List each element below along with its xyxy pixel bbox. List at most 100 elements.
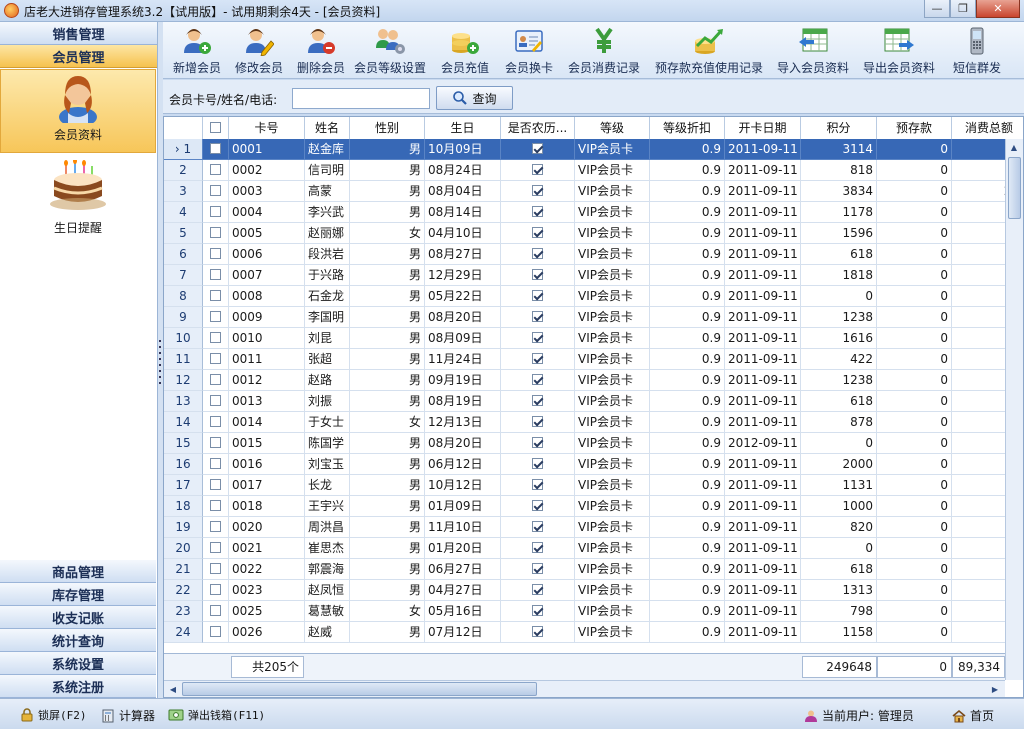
column-header-birthday[interactable]: 生日 [425, 117, 501, 139]
cell-level[interactable]: VIP会员卡 [575, 160, 650, 181]
cell-lunar[interactable] [501, 307, 575, 328]
cell-deposit[interactable]: 0 [877, 517, 952, 538]
cell-points[interactable]: 1238 [801, 307, 877, 328]
column-header-discount[interactable]: 等级折扣 [650, 117, 725, 139]
calculator-button[interactable]: 计算器 [101, 707, 155, 724]
cell-row-indicator[interactable]: 11 [164, 349, 203, 370]
cell-birthday[interactable]: 07月12日 [425, 622, 501, 643]
cell-card-no[interactable]: 0022 [229, 559, 305, 580]
cell-points[interactable]: 1616 [801, 328, 877, 349]
cell-lunar[interactable] [501, 244, 575, 265]
cell-card-no[interactable]: 0009 [229, 307, 305, 328]
lunar-checkbox[interactable] [532, 185, 543, 196]
row-select-checkbox[interactable] [210, 500, 221, 511]
cell-row-indicator[interactable]: 9 [164, 307, 203, 328]
cell-open-date[interactable]: 2011-09-11 [725, 622, 801, 643]
cell-card-no[interactable]: 0011 [229, 349, 305, 370]
cell-row-indicator[interactable]: 17 [164, 475, 203, 496]
cell-birthday[interactable]: 08月14日 [425, 202, 501, 223]
cell-lunar[interactable] [501, 580, 575, 601]
cell-birthday[interactable]: 10月09日 [425, 139, 501, 160]
cell-discount[interactable]: 0.9 [650, 454, 725, 475]
add-member-button[interactable]: 新增会员 [167, 25, 227, 77]
row-select-checkbox[interactable] [210, 458, 221, 469]
cell-select-all[interactable] [203, 223, 229, 244]
cell-total-spend[interactable] [952, 391, 1005, 412]
lunar-checkbox[interactable] [532, 269, 543, 280]
cell-open-date[interactable]: 2011-09-11 [725, 412, 801, 433]
cell-birthday[interactable]: 09月19日 [425, 370, 501, 391]
cell-total-spend[interactable] [952, 328, 1005, 349]
lunar-checkbox[interactable] [532, 332, 543, 343]
cell-card-no[interactable]: 0020 [229, 517, 305, 538]
column-header-gender[interactable]: 性别 [350, 117, 425, 139]
cell-level[interactable]: VIP会员卡 [575, 475, 650, 496]
cell-birthday[interactable]: 11月10日 [425, 517, 501, 538]
cell-gender[interactable]: 女 [350, 223, 425, 244]
lunar-checkbox[interactable] [532, 605, 543, 616]
cell-open-date[interactable]: 2011-09-11 [725, 328, 801, 349]
cell-total-spend[interactable] [952, 517, 1005, 538]
cell-card-no[interactable]: 0002 [229, 160, 305, 181]
cell-name[interactable]: 崔思杰 [305, 538, 350, 559]
cell-row-indicator[interactable]: 18 [164, 496, 203, 517]
cell-birthday[interactable]: 08月20日 [425, 433, 501, 454]
cell-lunar[interactable] [501, 265, 575, 286]
cell-open-date[interactable]: 2011-09-11 [725, 349, 801, 370]
cell-card-no[interactable]: 0010 [229, 328, 305, 349]
cell-card-no[interactable]: 0012 [229, 370, 305, 391]
cell-total-spend[interactable] [952, 307, 1005, 328]
cell-name[interactable]: 周洪昌 [305, 517, 350, 538]
cell-open-date[interactable]: 2011-09-11 [725, 580, 801, 601]
cell-row-indicator[interactable]: 19 [164, 517, 203, 538]
cell-open-date[interactable]: 2012-09-11 [725, 433, 801, 454]
cell-birthday[interactable]: 06月27日 [425, 559, 501, 580]
cell-row-indicator[interactable]: 13 [164, 391, 203, 412]
cell-lunar[interactable] [501, 349, 575, 370]
cell-select-all[interactable] [203, 202, 229, 223]
cell-discount[interactable]: 0.9 [650, 622, 725, 643]
row-select-checkbox[interactable] [210, 227, 221, 238]
cell-open-date[interactable]: 2011-09-11 [725, 139, 801, 160]
cell-card-no[interactable]: 0015 [229, 433, 305, 454]
cell-row-indicator[interactable]: 5 [164, 223, 203, 244]
cell-row-indicator[interactable]: 16 [164, 454, 203, 475]
cell-discount[interactable]: 0.9 [650, 433, 725, 454]
cell-level[interactable]: VIP会员卡 [575, 349, 650, 370]
cell-lunar[interactable] [501, 370, 575, 391]
cell-birthday[interactable]: 08月04日 [425, 181, 501, 202]
cell-select-all[interactable] [203, 370, 229, 391]
cell-select-all[interactable] [203, 412, 229, 433]
cell-deposit[interactable]: 0 [877, 160, 952, 181]
change-card-button[interactable]: 会员换卡 [499, 25, 559, 77]
row-select-checkbox[interactable] [210, 164, 221, 175]
cell-points[interactable]: 798 [801, 601, 877, 622]
cell-level[interactable]: VIP会员卡 [575, 559, 650, 580]
cell-lunar[interactable] [501, 475, 575, 496]
sms-broadcast-button[interactable]: 短信群发 [947, 25, 1007, 77]
row-select-checkbox[interactable] [210, 248, 221, 259]
column-header-card-no[interactable]: 卡号 [229, 117, 305, 139]
cell-row-indicator[interactable]: 2 [164, 160, 203, 181]
cell-deposit[interactable]: 0 [877, 496, 952, 517]
cell-level[interactable]: VIP会员卡 [575, 265, 650, 286]
cell-deposit[interactable]: 0 [877, 349, 952, 370]
deposit-record-button[interactable]: 预存款充值使用记录 [652, 25, 766, 77]
cell-level[interactable]: VIP会员卡 [575, 202, 650, 223]
lunar-checkbox[interactable] [532, 248, 543, 259]
cell-birthday[interactable]: 05月16日 [425, 601, 501, 622]
cell-level[interactable]: VIP会员卡 [575, 391, 650, 412]
column-header-points[interactable]: 积分 [801, 117, 877, 139]
lunar-checkbox[interactable] [532, 374, 543, 385]
cell-total-spend[interactable] [952, 286, 1005, 307]
cell-open-date[interactable]: 2011-09-11 [725, 202, 801, 223]
cell-select-all[interactable] [203, 496, 229, 517]
lunar-checkbox[interactable] [532, 395, 543, 406]
cell-gender[interactable]: 男 [350, 475, 425, 496]
member-level-button[interactable]: 会员等级设置 [352, 25, 428, 77]
cell-total-spend[interactable] [952, 559, 1005, 580]
cell-level[interactable]: VIP会员卡 [575, 412, 650, 433]
cell-discount[interactable]: 0.9 [650, 265, 725, 286]
cell-discount[interactable]: 0.9 [650, 139, 725, 160]
table-row[interactable]: 10 0010 刘昆男 08月09日 VIP会员卡 0.9 2011-09-11 1616 0 [164, 328, 1005, 349]
